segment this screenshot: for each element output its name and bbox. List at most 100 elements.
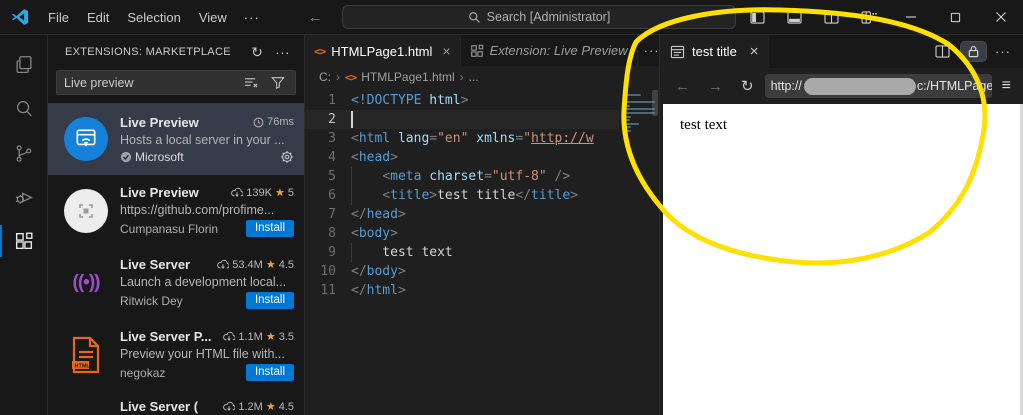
customize-layout-icon[interactable] (850, 0, 888, 34)
search-placeholder: Search [Administrator] (486, 10, 611, 24)
menu-overflow-button[interactable]: ··· (236, 6, 268, 29)
line-number: 3 (328, 131, 336, 146)
menu-edit[interactable]: Edit (78, 6, 118, 29)
url-redaction-blob (803, 77, 916, 95)
refresh-extensions-icon[interactable]: ↻ (245, 43, 269, 61)
tab-test-title[interactable]: test title × (660, 35, 769, 68)
menu-file[interactable]: File (39, 6, 78, 29)
close-tab-icon[interactable]: × (442, 43, 450, 59)
toggle-primary-sidebar-icon[interactable] (739, 0, 776, 34)
install-count: 53.4M (232, 258, 263, 271)
clear-extensions-filter-icon[interactable] (238, 74, 265, 91)
install-button[interactable]: Install (245, 220, 294, 237)
tab-htmlpage1[interactable]: <> HTMLPage1.html × (305, 35, 461, 66)
minimize-button[interactable] (888, 0, 933, 34)
preview-refresh-icon[interactable]: ↻ (734, 77, 761, 95)
extension-description: Launch a development local... (120, 275, 287, 289)
preview-back-icon[interactable]: ← (668, 78, 697, 95)
install-count: 1.1M (238, 330, 263, 343)
preview-menu-icon[interactable]: ≡ (996, 77, 1015, 95)
preview-body-text: test text (680, 117, 728, 133)
install-count: 139K (246, 186, 272, 199)
activation-time: 76ms (267, 116, 294, 128)
maximize-button[interactable] (933, 0, 978, 34)
install-button[interactable]: Install (245, 292, 294, 309)
preview-url-input[interactable]: http:// c:/HTMLPage1.h (764, 74, 992, 98)
code-line[interactable]: 11 </html> (305, 281, 659, 300)
breadcrumb-tail[interactable]: ... (469, 70, 479, 84)
code-token: </ (515, 188, 532, 203)
url-scheme: http:// (770, 79, 802, 93)
minimap-line (623, 94, 641, 96)
code-editor[interactable]: 1 <!DOCTYPE html> 2 3 <html lang="en" xmlns=… (305, 88, 659, 415)
command-search-input[interactable]: Search [Administrator] (342, 5, 736, 29)
extension-item-live-server[interactable]: ((•)) Live Server 53.4M ★ 4.5 Launch a d… (48, 247, 304, 319)
code-line[interactable]: 9 test text (305, 243, 659, 262)
code-line[interactable]: 1 <!DOCTYPE html> (305, 91, 659, 110)
breadcrumb[interactable]: C: › <> HTMLPage1.html › ... (305, 66, 659, 88)
minimap-line (623, 108, 655, 111)
code-line[interactable]: 2 (305, 110, 659, 129)
preview-forward-icon[interactable]: → (701, 78, 730, 95)
close-preview-tab-icon[interactable]: × (750, 43, 759, 60)
breadcrumb-file[interactable]: HTMLPage1.html (361, 70, 454, 84)
code-token: head (358, 150, 391, 165)
extensions-more-actions-icon[interactable]: ··· (269, 43, 296, 61)
minimap-line (623, 119, 631, 122)
run-and-debug-icon[interactable] (0, 175, 48, 219)
extension-item-live-preview-florin[interactable]: Live Preview 139K ★ 5 https://github.com… (48, 175, 304, 247)
code-line[interactable]: 5 <meta charset="utf-8" /> (305, 167, 659, 186)
lock-preview-icon[interactable] (960, 41, 987, 62)
vscode-window: File Edit Selection View ··· ← → Search … (0, 0, 1023, 415)
tab-overflow-button[interactable]: ··· (638, 35, 659, 66)
code-line-content: </html> (351, 281, 406, 300)
code-line[interactable]: 7 </head> (305, 205, 659, 224)
code-token: > (460, 93, 469, 108)
menu-view[interactable]: View (190, 6, 236, 29)
code-token: > (397, 207, 406, 222)
code-line[interactable]: 4 <head> (305, 148, 659, 167)
filter-extensions-icon[interactable] (265, 74, 291, 91)
toggle-panel-icon[interactable] (776, 0, 813, 34)
extension-author: Ritwick Dey (120, 293, 183, 308)
extensions-view-icon[interactable] (0, 219, 48, 263)
extension-item-live-server-clipped[interactable]: Live Server ( 1.2M ★ 4.5 (48, 391, 304, 415)
preview-tab-label: test title (692, 44, 737, 59)
code-line[interactable]: 10 </body> (305, 262, 659, 281)
extension-name: Live Server ( (120, 399, 199, 414)
preview-webview[interactable]: test text (660, 104, 1023, 415)
code-line-content: <!DOCTYPE html> (351, 91, 468, 110)
explorer-icon[interactable] (0, 43, 48, 87)
code-line[interactable]: 8 <body> (305, 224, 659, 243)
live-server-extension-icon: ((•)) (72, 272, 101, 293)
manage-extension-gear-icon[interactable] (280, 150, 294, 164)
split-editor-icon[interactable] (929, 42, 956, 61)
line-number: 8 (328, 226, 336, 241)
source-control-icon[interactable] (0, 131, 48, 175)
live-preview-panel: test title × ··· ← → ↻ http:// c:/HTMLPa… (660, 35, 1023, 415)
activity-bar (0, 35, 48, 415)
tab-extension-live-preview[interactable]: Extension: Live Preview (461, 35, 638, 66)
code-token: > (390, 226, 398, 241)
code-line[interactable]: 6 <title>test title</title> (305, 186, 659, 205)
close-window-button[interactable] (978, 0, 1023, 34)
code-token: = (429, 131, 438, 146)
code-line[interactable]: 3 <html lang="en" xmlns="http://w (305, 129, 659, 148)
extension-item-live-server-preview[interactable]: HTML Live Server P... 1.1M ★ 3.5 Preview… (48, 319, 304, 391)
history-back-icon[interactable]: ← (308, 9, 323, 26)
code-token: http://w (531, 131, 594, 146)
install-button[interactable]: Install (245, 364, 294, 381)
minimap[interactable] (619, 88, 659, 415)
preview-more-actions-icon[interactable]: ··· (991, 44, 1015, 59)
minimap-line (623, 104, 631, 107)
indent-guide (351, 186, 352, 205)
code-token: test text (351, 245, 453, 260)
extension-item-live-preview-microsoft[interactable]: Live Preview 76ms Hosts a local server i… (48, 103, 304, 175)
search-view-icon[interactable] (0, 87, 48, 131)
extensions-search-input[interactable]: Live preview (56, 70, 296, 95)
breadcrumb-drive[interactable]: C: (319, 70, 331, 84)
toggle-secondary-sidebar-icon[interactable] (813, 0, 850, 34)
menu-selection[interactable]: Selection (118, 6, 189, 29)
code-token: </ (351, 283, 367, 298)
